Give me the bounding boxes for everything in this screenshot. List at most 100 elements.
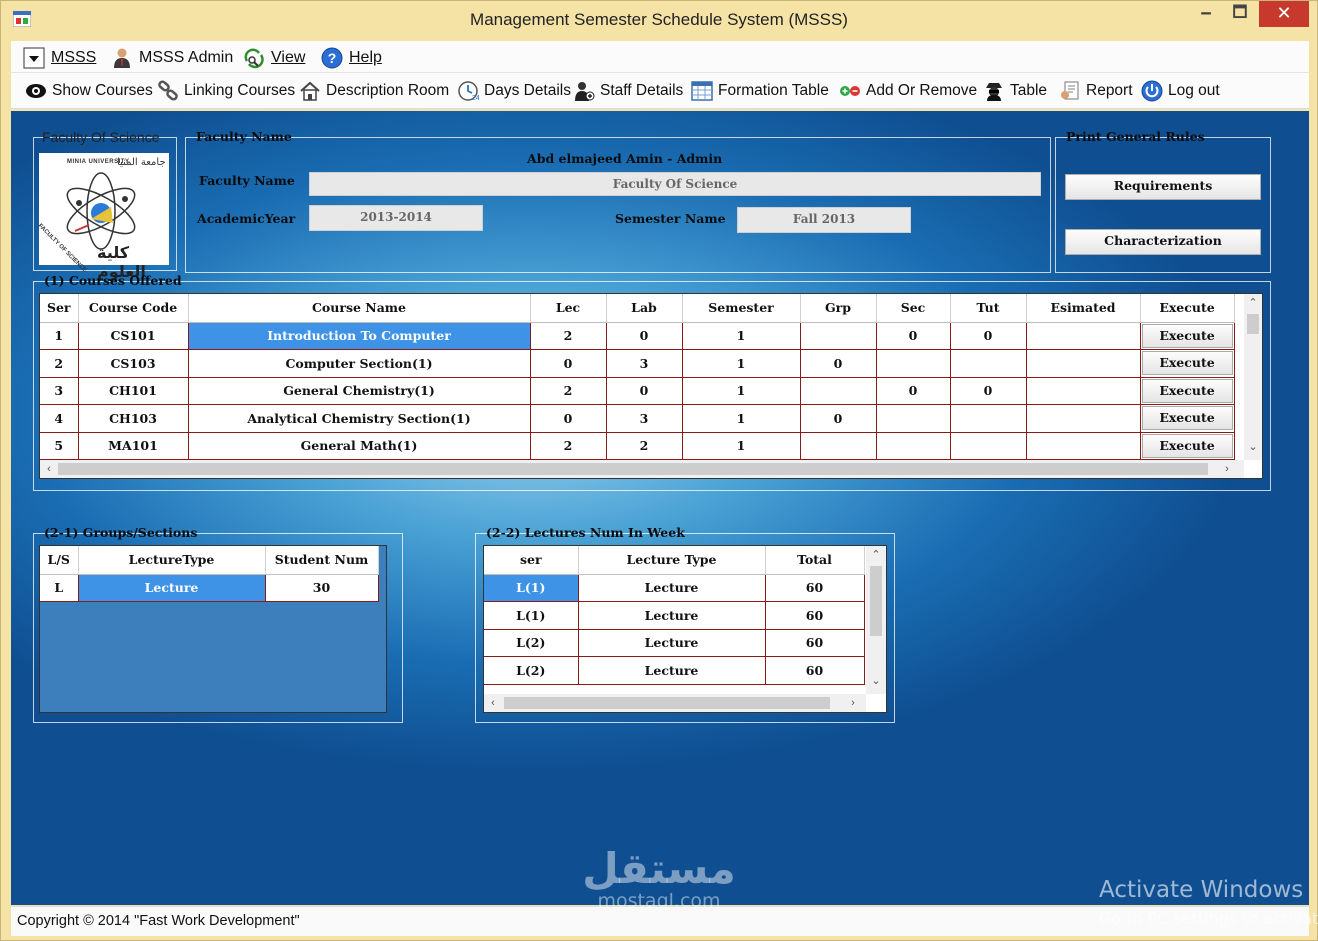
col-ser[interactable]: ser [484,546,579,575]
col-lec[interactable]: Lec [530,294,607,323]
cell-sec[interactable] [876,404,951,433]
cell-sec[interactable]: 0 [876,322,951,350]
cell-name[interactable]: General Math(1) [188,432,531,460]
toolbar-table[interactable]: Table [983,79,1047,103]
cell-ls[interactable]: L [40,574,79,602]
cell-estimated[interactable] [1026,349,1141,378]
cell-ser[interactable]: L(2) [484,656,579,685]
execute-button[interactable]: Execute [1141,378,1233,403]
cell-lec[interactable]: 2 [530,432,607,460]
semester-name-field[interactable]: Fall 2013 [737,207,911,233]
col-semester[interactable]: Semester [682,294,801,323]
cell-code[interactable]: CH103 [78,404,189,433]
scroll-up-arrow-icon[interactable]: ⌃ [1246,296,1260,310]
col-estimated[interactable]: Esimated [1026,294,1141,323]
execute-button[interactable]: Execute [1141,351,1233,376]
col-grp[interactable]: Grp [800,294,877,323]
col-ser[interactable]: Ser [40,294,79,323]
cell-lab[interactable]: 3 [606,349,683,378]
lectures-horizontal-scrollbar[interactable]: ‹ › [484,694,866,712]
toolbar-staff-details[interactable]: Staff Details [573,79,683,103]
cell-tut[interactable] [950,432,1027,460]
cell-semester[interactable]: 1 [682,349,801,378]
scroll-right-arrow-icon[interactable]: › [1220,462,1234,476]
courses-vertical-scrollbar[interactable]: ⌃ ⌄ [1244,294,1262,460]
table-row[interactable]: L(2) Lecture 60 [484,629,865,657]
cell-tut[interactable] [950,349,1027,378]
cell-estimated[interactable] [1026,377,1141,405]
cell-semester[interactable]: 1 [682,404,801,433]
cell-lab[interactable]: 0 [606,322,683,350]
table-row[interactable]: L(1) Lecture 60 [484,601,865,630]
cell-code[interactable]: CS103 [78,349,189,378]
cell-name[interactable]: General Chemistry(1) [188,377,531,405]
table-row[interactable]: L(2) Lecture 60 [484,656,865,685]
col-lecture-type[interactable]: Lecture Type [578,546,766,575]
cell-lab[interactable]: 0 [606,377,683,405]
cell-estimated[interactable] [1026,322,1141,350]
cell-sec[interactable] [876,432,951,460]
cell-ser[interactable]: L(1) [484,601,579,630]
menu-help[interactable]: ? Help [321,46,382,70]
cell-lecture-type[interactable]: Lecture [578,574,766,602]
cell-lab[interactable]: 3 [606,404,683,433]
cell-total[interactable]: 60 [765,601,865,630]
col-ls[interactable]: L/S [40,546,79,575]
scroll-right-arrow-icon[interactable]: › [846,696,860,710]
toolbar-days-details[interactable]: 24 Days Details [457,79,571,103]
menu-msss[interactable]: MSSS [23,46,96,70]
cell-code[interactable]: CS101 [78,322,189,350]
col-total[interactable]: Total [765,546,865,575]
cell-grp[interactable] [800,432,877,460]
toolbar-report[interactable]: Report [1059,79,1133,103]
col-course-name[interactable]: Course Name [188,294,531,323]
col-student-num[interactable]: Student Num [265,546,379,575]
cell-code[interactable]: MA101 [78,432,189,460]
table-row[interactable]: L Lecture 30 [40,574,379,602]
cell-ser[interactable]: L(2) [484,629,579,657]
courses-horizontal-scrollbar[interactable]: ‹ › [40,460,1244,478]
table-row[interactable]: 2 CS103 Computer Section(1) 0 3 1 0 Exec… [40,349,1235,378]
toolbar-show-courses[interactable]: Show Courses [25,79,153,103]
cell-lecture-type[interactable]: Lecture [578,601,766,630]
cell-ser[interactable]: 4 [40,404,79,433]
lectures-vertical-scrollbar[interactable]: ⌃ ⌄ [866,546,886,694]
cell-ser[interactable]: 1 [40,322,79,350]
execute-button[interactable]: Execute [1141,433,1233,458]
scroll-up-arrow-icon[interactable]: ⌃ [869,548,883,562]
table-row[interactable]: L(1) Lecture 60 [484,574,865,602]
cell-ser[interactable]: 3 [40,377,79,405]
cell-sec[interactable]: 0 [876,377,951,405]
cell-sec[interactable] [876,349,951,378]
cell-estimated[interactable] [1026,404,1141,433]
cell-lec[interactable]: 0 [530,404,607,433]
cell-semester[interactable]: 1 [682,377,801,405]
minimize-button[interactable]: 🗕 [1189,1,1223,27]
cell-ser[interactable]: L(1) [484,574,579,602]
col-course-code[interactable]: Course Code [78,294,189,323]
lectures-hscroll-thumb[interactable] [504,697,830,709]
col-tut[interactable]: Tut [950,294,1027,323]
requirements-button[interactable]: Requirements [1065,174,1261,200]
col-execute[interactable]: Execute [1140,294,1235,323]
cell-total[interactable]: 60 [765,656,865,685]
courses-vscroll-thumb[interactable] [1247,314,1259,334]
col-lecture-type[interactable]: LectureType [78,546,266,575]
cell-lec[interactable]: 0 [530,349,607,378]
menu-msss-admin[interactable]: MSSS Admin [111,46,233,70]
cell-ser[interactable]: 2 [40,349,79,378]
execute-button[interactable]: Execute [1141,406,1233,431]
cell-ser[interactable]: 5 [40,432,79,460]
cell-lecture-type[interactable]: Lecture [578,629,766,657]
table-row[interactable]: 5 MA101 General Math(1) 2 2 1 Execute [40,432,1235,460]
cell-lecture-type[interactable]: Lecture [78,574,266,602]
scroll-down-arrow-icon[interactable]: ⌄ [869,674,883,688]
characterization-button[interactable]: Characterization [1065,229,1261,255]
cell-lecture-type[interactable]: Lecture [578,656,766,685]
maximize-button[interactable]: 🗖 [1223,1,1257,27]
academic-year-field[interactable]: 2013-2014 [309,205,483,231]
scroll-down-arrow-icon[interactable]: ⌄ [1246,440,1260,454]
col-sec[interactable]: Sec [876,294,951,323]
lectures-vscroll-thumb[interactable] [870,566,882,636]
close-button[interactable]: ✕ [1259,1,1309,27]
